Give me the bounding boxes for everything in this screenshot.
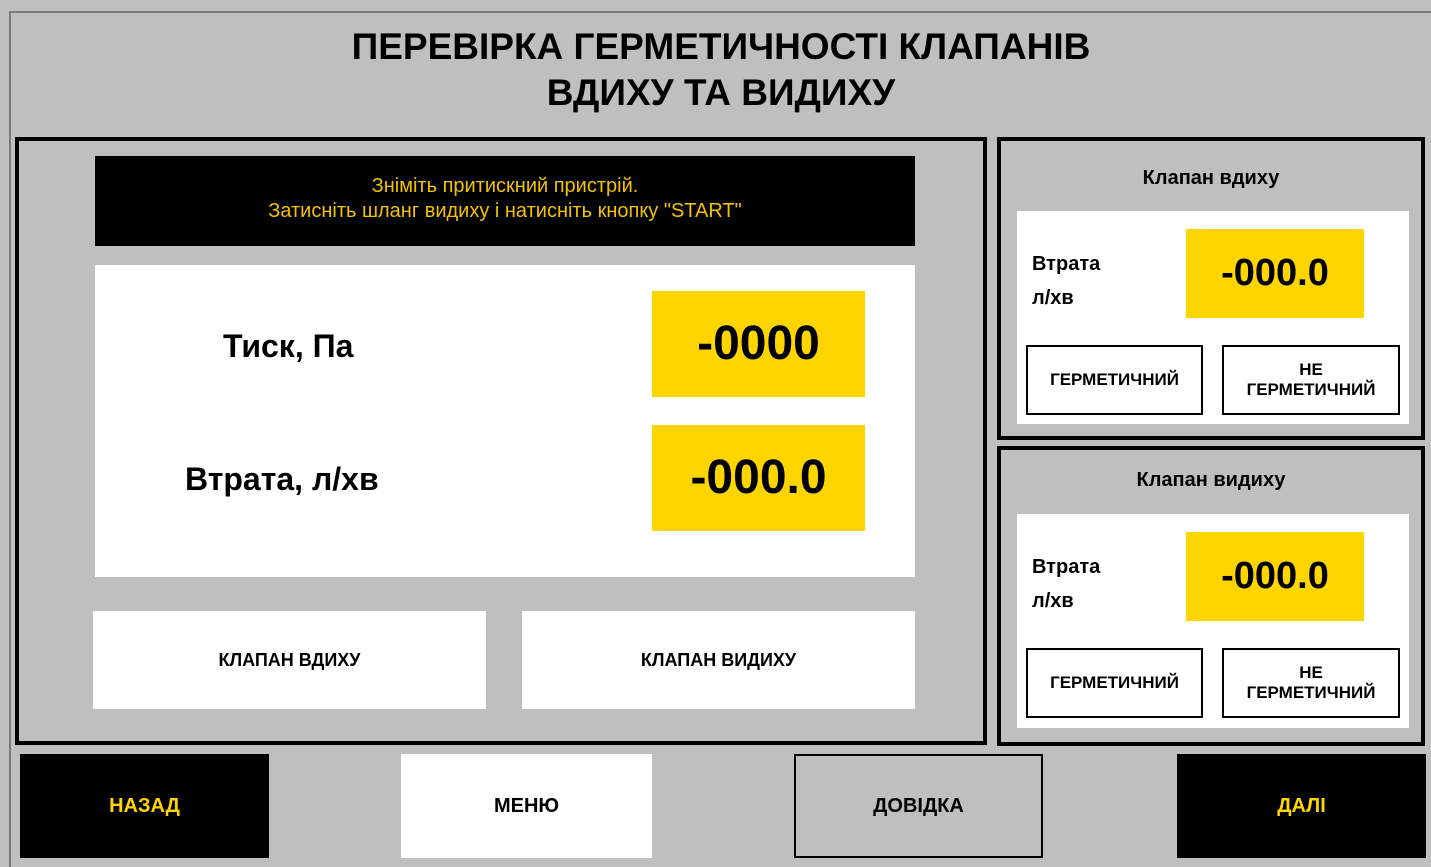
exhale-loss-label: Втрата л/хв — [1032, 550, 1100, 618]
exhale-loss-value: -000.0 — [1186, 532, 1364, 621]
inhale-not-sealed-line1: НЕ — [1299, 360, 1323, 379]
exhale-loss-label-line1: Втрата — [1032, 556, 1101, 578]
page-title-line2: ВДИХУ ТА ВИДИХУ — [546, 72, 896, 113]
exhale-not-sealed-line1: НЕ — [1299, 663, 1323, 682]
readings-box: Тиск, Па -0000 Втрата, л/хв -000.0 — [95, 265, 915, 577]
menu-button[interactable]: МЕНЮ — [401, 754, 652, 858]
inhale-loss-label: Втрата л/хв — [1032, 247, 1100, 315]
page-title-line1: ПЕРЕВІРКА ГЕРМЕТИЧНОСТІ КЛАПАНІВ — [351, 26, 1091, 67]
instruction-message: Зніміть притискний пристрій. Затисніть ш… — [95, 156, 915, 246]
inhale-valve-button[interactable]: КЛАПАН ВДИХУ — [93, 611, 486, 709]
exhale-not-sealed-button[interactable]: НЕ ГЕРМЕТИЧНИЙ — [1222, 648, 1400, 718]
instruction-line2: Затисніть шланг видиху і натисніть кнопк… — [268, 200, 742, 222]
loss-label: Втрата, л/хв — [185, 461, 379, 497]
loss-value: -000.0 — [652, 425, 865, 531]
exhale-valve-title: Клапан видиху — [1136, 469, 1286, 491]
inhale-loss-label-line1: Втрата — [1032, 253, 1101, 275]
pressure-label: Тиск, Па — [223, 328, 354, 364]
exhale-valve-box: Втрата л/хв -000.0 ГЕРМЕТИЧНИЙ НЕ ГЕРМЕТ… — [1017, 514, 1409, 728]
inhale-loss-label-line2: л/хв — [1032, 287, 1074, 309]
inhale-not-sealed-line2: ГЕРМЕТИЧНИЙ — [1246, 380, 1376, 399]
inhale-not-sealed-button[interactable]: НЕ ГЕРМЕТИЧНИЙ — [1222, 345, 1400, 415]
exhale-valve-button[interactable]: КЛАПАН ВИДИХУ — [522, 611, 915, 709]
inhale-sealed-button[interactable]: ГЕРМЕТИЧНИЙ — [1026, 345, 1203, 415]
exhale-sealed-button[interactable]: ГЕРМЕТИЧНИЙ — [1026, 648, 1203, 718]
instruction-line1: Зніміть притискний пристрій. — [371, 175, 639, 197]
inhale-loss-value: -000.0 — [1186, 229, 1364, 318]
exhale-not-sealed-line2: ГЕРМЕТИЧНИЙ — [1246, 683, 1376, 702]
back-button[interactable]: НАЗАД — [20, 754, 269, 858]
page-title: ПЕРЕВІРКА ГЕРМЕТИЧНОСТІ КЛАПАНІВ ВДИХУ Т… — [11, 24, 1431, 116]
help-button[interactable]: ДОВІДКА — [794, 754, 1043, 858]
exhale-loss-label-line2: л/хв — [1032, 590, 1074, 612]
inhale-valve-box: Втрата л/хв -000.0 ГЕРМЕТИЧНИЙ НЕ ГЕРМЕТ… — [1017, 211, 1409, 424]
inhale-valve-title: Клапан вдиху — [1142, 167, 1280, 189]
next-button[interactable]: ДАЛІ — [1177, 754, 1426, 858]
pressure-value: -0000 — [652, 291, 865, 397]
